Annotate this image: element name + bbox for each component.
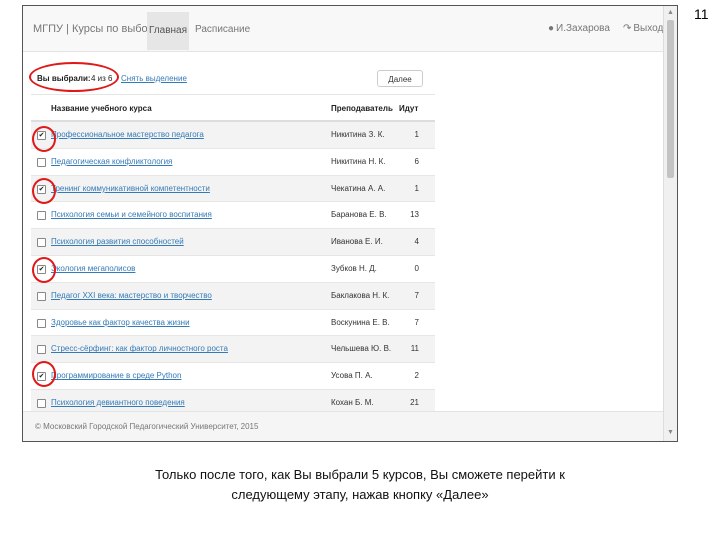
table-row: Психология развития способностей Иванова … [31,229,435,256]
annotation-oval-row-10 [32,361,56,387]
teacher-name: Усова П. А. [331,371,373,381]
footer-text: © Московский Городской Педагогический Ун… [35,422,259,431]
enrolled-count: 13 [410,210,419,220]
teacher-name: Чельшева Ю. В. [331,344,392,354]
table-row: Стресс-сёрфинг: как фактор личностного р… [31,336,435,364]
table-row: Педагог XXI века: мастерство и творчеств… [31,282,435,310]
table-row: ✔ Программирование в среде Python Усова П.… [31,363,435,390]
next-button[interactable]: Далее [377,70,423,87]
enrolled-count: 0 [414,263,419,273]
course-name-link[interactable]: Психология развития способностей [51,237,184,246]
table-row: ✔ Экология мегаполисов Зубков Н. Д. 0 [31,256,435,283]
course-checkbox[interactable] [37,157,46,167]
table-row: Педагогическая конфликтология Никитина Н.… [31,149,435,176]
enrolled-count: 1 [414,183,419,193]
top-navbar: МГПУ | Курсы по выбору Главная Расписани… [23,6,663,52]
course-checkbox[interactable] [37,398,46,408]
user-name: И.Захарова [556,23,610,34]
table-header: Название учебного курса Преподаватель Ид… [31,94,435,122]
annotation-oval-selection [29,62,119,92]
course-name-link[interactable]: Программирование в среде Python [51,371,181,380]
teacher-name: Иванова Е. И. [331,237,383,247]
course-name-link[interactable]: Педагог XXI века: мастерство и творчеств… [51,291,212,300]
enrolled-count: 7 [414,290,419,300]
slide-number: 11 [694,6,709,22]
course-name-link[interactable]: Тренинг коммуникативной компетентности [51,184,210,193]
course-checkbox[interactable] [37,345,46,355]
nav-home[interactable]: Главная [147,12,189,50]
caption-line-2: следующему этапу, нажав кнопку «Далее» [231,487,489,502]
browser-screenshot: МГПУ | Курсы по выбору Главная Расписани… [22,5,678,442]
annotation-oval-row-3 [32,178,56,204]
teacher-name: Зубков Н. Д. [331,263,377,273]
enrolled-count: 11 [410,344,419,354]
annotation-oval-row-6 [32,257,56,283]
teacher-name: Баранова Е. В. [331,210,387,220]
course-name-link[interactable]: Экология мегаполисов [51,264,135,273]
header-course: Название учебного курса [51,104,152,113]
enrolled-count: 7 [414,317,419,327]
course-name-link[interactable]: Психология девиантного поведения [51,398,185,407]
course-checkbox[interactable] [37,211,46,221]
scroll-up-icon[interactable]: ▲ [667,9,674,16]
caption-line-1: Только после того, как Вы выбрали 5 курс… [155,467,565,482]
course-checkbox[interactable] [37,238,46,248]
logout-label: Выход [633,23,664,34]
teacher-name: Никитина Н. К. [331,156,386,166]
scrollbar-thumb[interactable] [667,20,674,178]
page-footer: © Московский Городской Педагогический Ун… [23,411,663,441]
enrolled-count: 4 [414,237,419,247]
teacher-name: Воскунина Е. В. [331,317,390,327]
enrolled-count: 1 [414,130,419,139]
table-row: Психология семьи и семейного воспитания Б… [31,202,435,230]
course-name-link[interactable]: Педагогическая конфликтология [51,157,172,166]
logout-icon: ↷ [623,23,632,34]
header-teacher: Преподаватель [331,104,393,113]
course-table: Название учебного курса Преподаватель Ид… [31,94,435,417]
table-row: ✔ Тренинг коммуникативной компетентности Ч… [31,175,435,203]
table-row: Здоровье как фактор качества жизни Воскун… [31,310,435,337]
annotation-oval-row-1 [32,126,56,152]
course-name-link[interactable]: Здоровье как фактор качества жизни [51,318,190,327]
enrolled-count: 21 [410,397,419,407]
enrolled-count: 2 [414,371,419,381]
user-icon: ● [548,23,555,34]
table-body: ✔ Профессиональное мастерство педагога Ник… [31,122,435,417]
teacher-name: Баклакова Н. К. [331,290,390,300]
course-name-link[interactable]: Профессиональное мастерство педагога [51,130,204,139]
scroll-down-icon[interactable]: ▼ [667,429,674,436]
user-menu[interactable]: ● И.Захарова [548,23,610,34]
clear-selection-link[interactable]: Снять выделение [121,74,187,83]
course-checkbox[interactable] [37,318,46,328]
enrolled-count: 6 [414,156,419,166]
course-checkbox[interactable] [37,291,46,301]
course-name-link[interactable]: Стресс-сёрфинг: как фактор личностного р… [51,344,228,353]
table-row: ✔ Профессиональное мастерство педагога Ник… [31,122,435,149]
teacher-name: Кохан Б. М. [331,397,374,407]
logout-link[interactable]: ↷ Выход [623,23,663,34]
course-name-link[interactable]: Психология семьи и семейного воспитания [51,210,212,219]
header-count: Идут [399,104,419,113]
scrollbar[interactable]: ▲ ▼ [663,6,677,441]
slide-caption: Только после того, как Вы выбрали 5 курс… [0,465,720,505]
course-selection-panel: Вы выбрали: 4 из 6 Снять выделение Далее… [31,66,435,417]
teacher-name: Чекатина А. А. [331,183,386,193]
brand-link[interactable]: МГПУ | Курсы по выбору [33,23,159,35]
nav-schedule[interactable]: Расписание [195,24,250,35]
teacher-name: Никитина З. К. [331,130,385,139]
